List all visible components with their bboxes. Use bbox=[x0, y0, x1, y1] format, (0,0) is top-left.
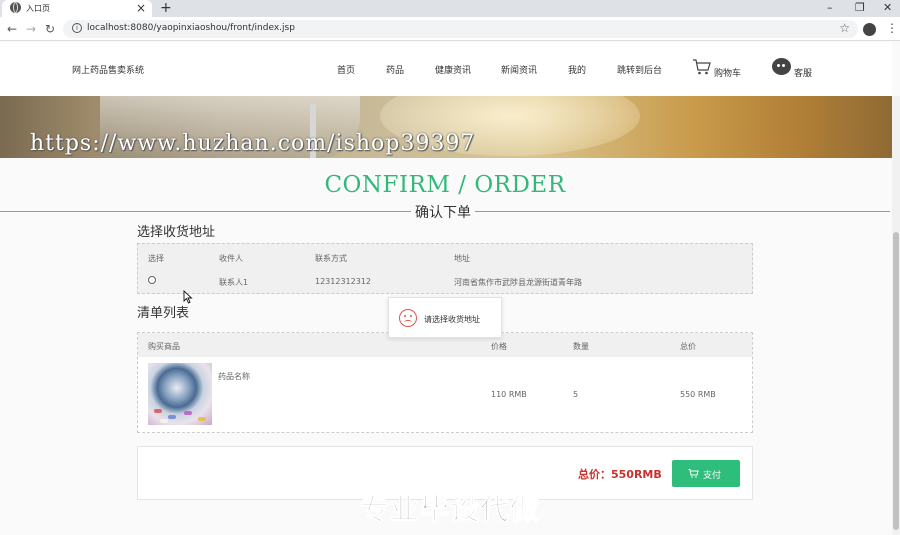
forward-icon[interactable]: → bbox=[26, 21, 36, 37]
address-header-address: 地址 bbox=[454, 254, 470, 263]
site-info-icon[interactable]: i bbox=[72, 23, 82, 33]
browser-tab-bar: 入口页 × + – ❐ ✕ bbox=[0, 0, 900, 17]
list-header-quantity: 数量 bbox=[573, 342, 589, 351]
list-section-title: 清单列表 bbox=[137, 306, 190, 321]
reload-icon[interactable]: ↻ bbox=[45, 21, 55, 37]
new-tab-button[interactable]: + bbox=[160, 0, 172, 16]
toast-message: 请选择收货地址 bbox=[388, 297, 502, 338]
browser-tab[interactable]: 入口页 × bbox=[2, 0, 152, 17]
tab-close-icon[interactable]: × bbox=[136, 1, 146, 15]
product-total: 550 RMB bbox=[680, 390, 716, 399]
order-list-table: 购买商品 价格 数量 总价 药品名称 110 RMB 5 550 RMB bbox=[137, 332, 753, 433]
list-header-product: 购买商品 bbox=[148, 342, 180, 351]
address-header-recipient: 收件人 bbox=[219, 254, 243, 263]
back-icon[interactable]: ← bbox=[7, 21, 17, 37]
page-title-cn: 确认下单 bbox=[411, 202, 475, 222]
browser-menu-icon[interactable]: ⋮ bbox=[886, 21, 898, 35]
watermark-text: https://www.huzhan.com/ishop39397 bbox=[30, 131, 476, 156]
nav-news[interactable]: 新闻资讯 bbox=[501, 63, 537, 76]
profile-avatar-icon[interactable] bbox=[863, 23, 876, 36]
list-header-price: 价格 bbox=[491, 342, 507, 351]
pay-button[interactable]: 支付 bbox=[672, 460, 740, 487]
product-name[interactable]: 药品名称 bbox=[218, 371, 250, 382]
overlay-caption: 专业毕设代做 bbox=[359, 492, 540, 527]
nav-admin[interactable]: 跳转到后台 bbox=[617, 63, 662, 76]
mouse-cursor-icon bbox=[183, 290, 193, 304]
address-header-select: 选择 bbox=[148, 254, 164, 263]
url-text[interactable]: localhost:8080/yaopinxiaoshou/front/inde… bbox=[87, 23, 295, 33]
address-header-contact: 联系方式 bbox=[315, 254, 347, 263]
page-title-en: CONFIRM / ORDER bbox=[324, 172, 566, 198]
nav-home[interactable]: 首页 bbox=[337, 63, 355, 76]
nav-mine[interactable]: 我的 bbox=[568, 63, 586, 76]
site-header: 网上药品售卖系统 首页 药品 健康资讯 新闻资讯 我的 跳转到后台 购物车 客服 bbox=[0, 42, 892, 96]
address-section-title: 选择收货地址 bbox=[137, 225, 216, 240]
pay-button-label: 支付 bbox=[703, 471, 722, 481]
browser-address-bar: ← → ↻ i localhost:8080/yaopinxiaoshou/fr… bbox=[0, 17, 900, 41]
order-total: 总价：550RMB bbox=[578, 468, 662, 481]
nav-cart[interactable]: 购物车 bbox=[714, 66, 741, 79]
chat-icon[interactable] bbox=[772, 58, 791, 75]
list-header-total: 总价 bbox=[680, 342, 696, 351]
cart-icon bbox=[688, 469, 699, 478]
tab-title: 入口页 bbox=[26, 4, 50, 13]
product-price: 110 RMB bbox=[491, 390, 527, 399]
minimize-icon[interactable]: – bbox=[827, 0, 833, 15]
address-table: 选择 收件人 联系方式 地址 联系人1 12312312312 河南省焦作市武陟… bbox=[137, 243, 753, 294]
toast-text: 请选择收货地址 bbox=[424, 315, 480, 324]
sad-face-icon bbox=[399, 309, 417, 327]
nav-service[interactable]: 客服 bbox=[794, 66, 812, 79]
nav-medicine[interactable]: 药品 bbox=[386, 63, 404, 76]
restore-icon[interactable]: ❐ bbox=[855, 0, 865, 15]
bookmark-star-icon[interactable]: ☆ bbox=[839, 21, 850, 35]
globe-icon bbox=[10, 2, 21, 13]
product-quantity: 5 bbox=[573, 390, 579, 399]
url-field[interactable]: i localhost:8080/yaopinxiaoshou/front/in… bbox=[63, 20, 858, 38]
address-recipient: 联系人1 bbox=[219, 278, 249, 287]
nav-health-info[interactable]: 健康资讯 bbox=[435, 63, 471, 76]
product-image[interactable] bbox=[148, 363, 212, 425]
address-radio[interactable] bbox=[148, 276, 156, 284]
address-detail: 河南省焦作市武陟县龙源街道青年路 bbox=[454, 278, 582, 287]
window-close-icon[interactable]: ✕ bbox=[883, 0, 892, 15]
site-logo[interactable]: 网上药品售卖系统 bbox=[72, 63, 144, 76]
address-phone: 12312312312 bbox=[315, 277, 371, 286]
cart-icon[interactable] bbox=[692, 59, 712, 75]
